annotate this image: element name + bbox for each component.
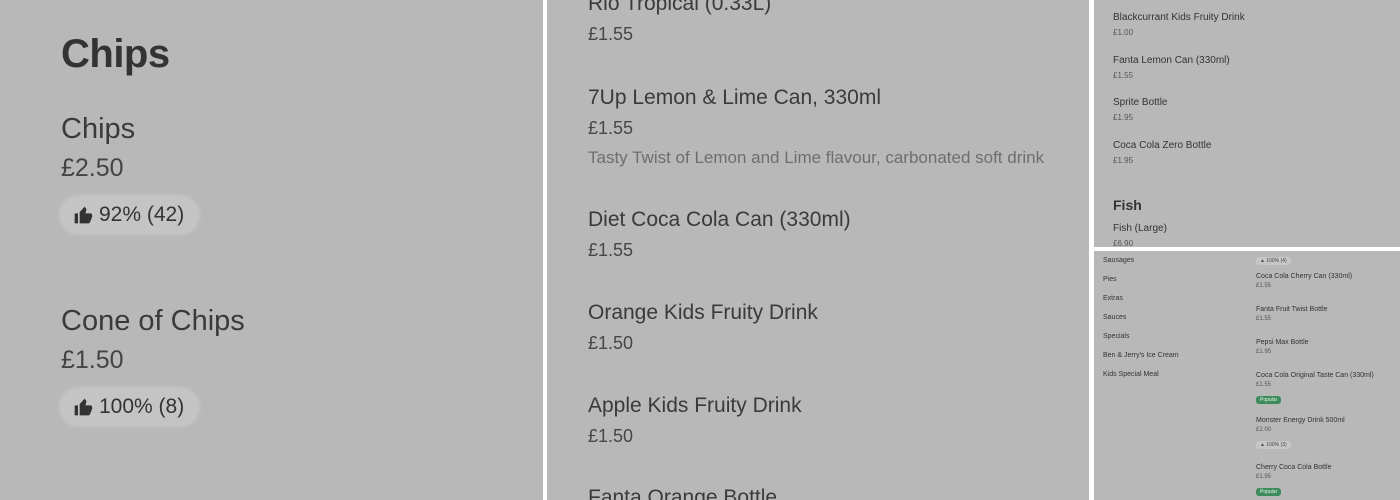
menu-item-sprite-bottle[interactable]: Sprite Bottle £1.95 (1113, 97, 1167, 122)
menu-item-fanta-lemon[interactable]: Fanta Lemon Can (330ml) £1.55 (1113, 55, 1230, 80)
menu-item-coca-cola-cherry-can[interactable]: Coca Cola Cherry Can (330ml) £1.55 (1256, 273, 1352, 289)
menu-item-apple-kids-drink[interactable]: Apple Kids Fruity Drink £1.50 (588, 394, 802, 447)
item-name: Blackcurrant Kids Fruity Drink (1113, 12, 1245, 23)
item-name: Chips (61, 113, 136, 145)
popular-badge: Popular (1256, 396, 1282, 404)
item-price: £1.55 (588, 118, 634, 138)
menu-item-blackcurrant-kids-drink[interactable]: Blackcurrant Kids Fruity Drink £1.00 (1113, 12, 1245, 37)
category-link-sauces[interactable]: Sauces (1103, 314, 1126, 321)
item-price: £1.95 (1256, 349, 1272, 355)
item-name: Fanta Fruit Twist Bottle (1256, 306, 1328, 313)
item-price: £1.50 (61, 346, 124, 374)
item-price: £2.00 (1256, 427, 1272, 433)
chips-section-panel: Chips Chips £2.50 92% (42) Cone of Chips… (0, 0, 543, 500)
section-title-chips: Chips (61, 32, 170, 76)
item-price: £1.55 (588, 24, 634, 44)
item-name: Orange Kids Fruity Drink (588, 301, 818, 324)
item-price: £1.55 (1256, 382, 1272, 388)
menu-item-fish-large[interactable]: Fish (Large) £6.90 (1113, 223, 1167, 247)
item-name: Pepsi Max Bottle (1256, 339, 1309, 346)
rating-text: 100% (4) (1266, 258, 1287, 264)
top-rating-badge: ▲ 100% (4) (1256, 251, 1291, 267)
item-name: Fish (Large) (1113, 223, 1167, 234)
rating-badge: 92% (42) (61, 197, 199, 233)
thumbs-up-icon (74, 206, 93, 224)
category-link-extras[interactable]: Extras (1103, 295, 1123, 302)
item-price: £1.50 (588, 333, 634, 353)
item-price: £1.50 (588, 426, 634, 446)
item-name: Monster Energy Drink 500ml (1256, 417, 1345, 424)
rating-text: 100% (3) (1266, 442, 1287, 448)
menu-item-fanta-orange[interactable]: Fanta Orange Bottle (588, 486, 777, 500)
item-price: £1.55 (1256, 283, 1272, 289)
rating-badge: 100% (8) (61, 389, 199, 425)
thumbs-up-icon: ▲ (1260, 442, 1265, 448)
item-description: Tasty Twist of Lemon and Lime flavour, c… (588, 148, 1045, 167)
rating-badge: ▲ 100% (4) (1256, 257, 1291, 265)
menu-item-chips[interactable]: Chips £2.50 92% (42) (61, 113, 199, 233)
rating-text: 100% (8) (99, 395, 185, 418)
menu-item-rio-tropical[interactable]: Rio Tropical (0.33L) £1.55 (588, 0, 771, 45)
menu-item-cherry-coca-cola-bottle[interactable]: Cherry Coca Cola Bottle £1.95 Popular (1256, 464, 1331, 498)
menu-item-cone-of-chips[interactable]: Cone of Chips £1.50 100% (8) (61, 305, 245, 425)
drinks-and-fish-panel: Blackcurrant Kids Fruity Drink £1.00 Fan… (1094, 0, 1400, 247)
item-price: £1.55 (1256, 316, 1272, 322)
menu-item-monster-energy[interactable]: Monster Energy Drink 500ml £2.00 ▲ 100% … (1256, 417, 1345, 451)
item-price: £1.95 (1113, 113, 1134, 122)
item-price: £1.95 (1113, 156, 1134, 165)
item-price: £2.50 (61, 154, 124, 182)
item-price: £1.95 (1256, 474, 1272, 480)
category-link-specials[interactable]: Specials (1103, 333, 1129, 340)
menu-item-orange-kids-drink[interactable]: Orange Kids Fruity Drink £1.50 (588, 301, 818, 354)
rating-text: 92% (42) (99, 203, 185, 226)
menu-item-coca-cola-zero[interactable]: Coca Cola Zero Bottle £1.95 (1113, 140, 1211, 165)
category-link-pies[interactable]: Pies (1103, 276, 1117, 283)
item-name: Fanta Orange Bottle (588, 486, 778, 500)
section-title-fish: Fish (1113, 197, 1142, 213)
item-price: £6.90 (1113, 239, 1134, 247)
item-price: £1.55 (588, 240, 634, 260)
category-link-ben-jerrys[interactable]: Ben & Jerry's Ice Cream (1103, 352, 1179, 359)
menu-item-diet-coca-cola[interactable]: Diet Coca Cola Can (330ml) £1.55 (588, 208, 851, 261)
item-name: Diet Coca Cola Can (330ml) (588, 208, 851, 231)
category-link-kids-special-meal[interactable]: Kids Special Meal (1103, 371, 1159, 378)
item-price: £1.00 (1113, 28, 1134, 37)
popular-badge: Popular (1256, 488, 1282, 496)
item-name: Cone of Chips (61, 305, 245, 337)
item-name: Coca Cola Cherry Can (330ml) (1256, 273, 1353, 280)
item-name: Apple Kids Fruity Drink (588, 394, 802, 417)
item-name: Sprite Bottle (1113, 97, 1168, 108)
thumbs-up-icon: ▲ (1260, 258, 1265, 264)
item-name: 7Up Lemon & Lime Can, 330ml (588, 86, 881, 109)
drinks-list-panel: Rio Tropical (0.33L) £1.55 7Up Lemon & L… (547, 0, 1089, 500)
item-name: Coca Cola Zero Bottle (1113, 140, 1212, 151)
menu-item-pepsi-max[interactable]: Pepsi Max Bottle £1.95 (1256, 339, 1309, 355)
item-name: Cherry Coca Cola Bottle (1256, 464, 1332, 471)
thumbs-up-icon (74, 398, 93, 416)
menu-item-7up-lemon-lime[interactable]: 7Up Lemon & Lime Can, 330ml £1.55 Tasty … (588, 86, 1044, 168)
category-nav-panel: Sausages Pies Extras Sauces Specials Ben… (1094, 251, 1400, 500)
item-name: Rio Tropical (0.33L) (588, 0, 772, 15)
item-name: Fanta Lemon Can (330ml) (1113, 55, 1230, 66)
menu-item-fanta-fruit-twist[interactable]: Fanta Fruit Twist Bottle £1.55 (1256, 306, 1327, 322)
category-link-sausages[interactable]: Sausages (1103, 257, 1134, 264)
rating-badge: ▲ 100% (3) (1256, 441, 1291, 449)
item-price: £1.55 (1113, 71, 1134, 80)
item-name: Coca Cola Original Taste Can (330ml) (1256, 372, 1374, 379)
menu-item-coca-cola-original[interactable]: Coca Cola Original Taste Can (330ml) £1.… (1256, 372, 1374, 406)
